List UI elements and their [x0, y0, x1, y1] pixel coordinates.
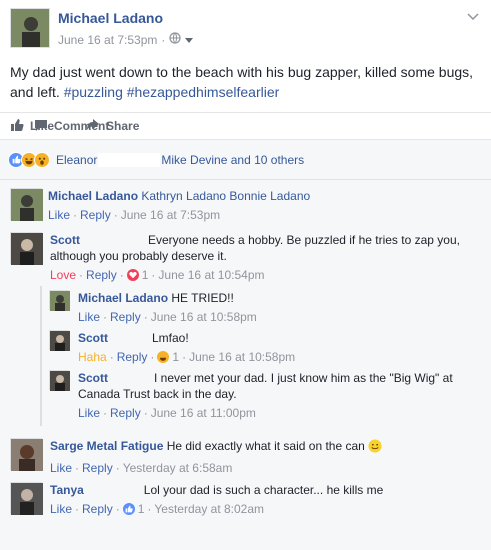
- commenter-avatar[interactable]: [10, 438, 43, 471]
- meta-separator: ·: [161, 32, 166, 47]
- globe-icon[interactable]: [169, 32, 182, 47]
- comment-body: Michael Ladano Kathryn Ladano Bonnie Lad…: [48, 188, 478, 223]
- comment-actions: Like · Reply · June 16 at 7:53pm: [48, 207, 221, 223]
- replier-avatar[interactable]: [49, 370, 70, 391]
- comment-item: Scott Everyone needs a hobby. Be puzzled …: [0, 228, 491, 288]
- reply-reply-link[interactable]: Reply: [117, 349, 148, 365]
- comment-text: He did exactly what it said on the can: [163, 439, 365, 453]
- hashtag-puzzling[interactable]: #puzzling: [64, 84, 123, 100]
- privacy-dropdown-icon[interactable]: [185, 33, 194, 47]
- reply-like-link[interactable]: Like: [78, 309, 100, 325]
- comment-reply-link[interactable]: Reply: [82, 501, 113, 517]
- reaction-count[interactable]: 1: [142, 267, 149, 283]
- redacted-block: [98, 152, 161, 167]
- reactions-summary[interactable]: Eleanor Mike Devine and 10 others: [0, 140, 491, 180]
- comment-actions: Like · Reply · 1 · Yesterday at 8:02am: [50, 501, 265, 517]
- reply-text: I never met your dad. I just know him as…: [78, 371, 453, 401]
- post-meta: June 16 at 7:53pm ·: [58, 32, 194, 47]
- comment-body: Sarge Metal Fatigue He did exactly what …: [50, 438, 480, 476]
- reply-haha-link[interactable]: Haha: [78, 349, 107, 365]
- replier-avatar[interactable]: [49, 290, 70, 311]
- comments-section: Michael Ladano Kathryn Ladano Bonnie Lad…: [0, 180, 491, 550]
- heart-icon: [126, 269, 139, 281]
- comment-reply-link[interactable]: Reply: [86, 267, 117, 283]
- reply-body: Scott Lmfao! Haha · Reply · 1 · June 16 at 1…: [78, 330, 478, 365]
- comment-text-tags[interactable]: Kathryn Ladano Bonnie Ladano: [138, 189, 310, 203]
- replier-avatar[interactable]: [49, 330, 70, 351]
- reply-item: Scott Lmfao! Haha · Reply · 1 · June 16 at 1…: [0, 326, 491, 366]
- post-header: Michael Ladano June 16 at 7:53pm ·: [0, 0, 491, 56]
- commenter-avatar[interactable]: [10, 482, 43, 515]
- comment-author[interactable]: Sarge Metal Fatigue: [50, 439, 163, 453]
- reply-author[interactable]: Scott: [78, 331, 108, 345]
- comment-like-link[interactable]: Like: [50, 501, 72, 517]
- comment-like-link[interactable]: Like: [48, 207, 70, 223]
- comment-like-link[interactable]: Like: [50, 460, 72, 476]
- reply-text: HE TRIED!!: [168, 291, 234, 305]
- author-avatar[interactable]: [10, 8, 50, 48]
- comment-item: Sarge Metal Fatigue He did exactly what …: [0, 434, 491, 478]
- comment-text: Everyone needs a hobby. Be puzzled if he…: [50, 233, 460, 263]
- comment-actions: Like · Reply · Yesterday at 6:58am: [50, 460, 233, 476]
- reply-item: Scott I never met your dad. I just know h…: [0, 366, 491, 426]
- reply-reply-link[interactable]: Reply: [110, 405, 141, 421]
- smile-emoji-icon: [368, 439, 382, 457]
- reply-time[interactable]: June 16 at 10:58pm: [189, 349, 295, 365]
- comment-time[interactable]: June 16 at 10:54pm: [158, 267, 264, 283]
- reply-item: Michael Ladano HE TRIED!! Like · Reply · J…: [0, 286, 491, 326]
- comment-item: Michael Ladano Kathryn Ladano Bonnie Lad…: [0, 180, 491, 230]
- reply-author[interactable]: Scott: [78, 371, 108, 385]
- comment-author[interactable]: Michael Ladano: [48, 189, 138, 203]
- reply-actions: Like · Reply · June 16 at 11:00pm: [78, 405, 256, 421]
- reply-reply-link[interactable]: Reply: [110, 309, 141, 325]
- comment-body: Tanya Lol your dad is such a character...…: [50, 482, 480, 517]
- post-text: My dad just went down to the beach with …: [10, 62, 485, 102]
- comment-author[interactable]: Scott: [50, 233, 80, 247]
- comment-time[interactable]: Yesterday at 6:58am: [123, 460, 233, 476]
- comment-button[interactable]: Comment: [24, 118, 119, 135]
- reply-body: Michael Ladano HE TRIED!! Like · Reply · J…: [78, 290, 478, 325]
- chevron-down-icon[interactable]: [467, 12, 479, 24]
- action-bar: Like Comment Share: [0, 112, 491, 140]
- reaction-icons: [8, 151, 50, 168]
- comment-actions: Love · Reply · 1 · June 16 at 10:54pm: [50, 267, 265, 283]
- reply-time[interactable]: June 16 at 11:00pm: [151, 405, 256, 421]
- commenter-avatar[interactable]: [10, 232, 43, 265]
- comment-reply-link[interactable]: Reply: [82, 460, 113, 476]
- reply-actions: Haha · Reply · 1 · June 16 at 10:58pm: [78, 349, 296, 365]
- author-name[interactable]: Michael Ladano: [58, 10, 163, 26]
- comment-author[interactable]: Tanya: [50, 483, 84, 497]
- haha-icon: [157, 351, 170, 363]
- reactions-name-eleanor[interactable]: Eleanor: [56, 153, 97, 167]
- reply-time[interactable]: June 16 at 10:58pm: [151, 309, 257, 325]
- reply-author[interactable]: Michael Ladano: [78, 291, 168, 305]
- comment-label: Comment: [54, 119, 110, 133]
- hashtag-hezapped[interactable]: #hezappedhimselfearlier: [127, 84, 280, 100]
- comment-love-link[interactable]: Love: [50, 267, 76, 283]
- comment-reply-link[interactable]: Reply: [80, 207, 111, 223]
- reactions-others[interactable]: Mike Devine and 10 others: [161, 153, 304, 167]
- reply-actions: Like · Reply · June 16 at 10:58pm: [78, 309, 257, 325]
- post-timestamp[interactable]: June 16 at 7:53pm: [58, 33, 157, 47]
- reply-like-link[interactable]: Like: [78, 405, 100, 421]
- comment-body: Scott Everyone needs a hobby. Be puzzled …: [50, 232, 470, 283]
- commenter-avatar[interactable]: [10, 188, 43, 221]
- comment-text: Lol your dad is such a character... he k…: [143, 483, 384, 497]
- reaction-count[interactable]: 1: [138, 501, 145, 517]
- comment-time[interactable]: Yesterday at 8:02am: [154, 501, 264, 517]
- thumbs-up-icon: [10, 118, 24, 135]
- thumbs-up-icon: [122, 503, 135, 515]
- wow-reaction-icon: [34, 151, 50, 168]
- reply-body: Scott I never met your dad. I just know h…: [78, 370, 478, 421]
- comment-item: Tanya Lol your dad is such a character...…: [0, 478, 491, 522]
- reaction-count[interactable]: 1: [172, 349, 179, 365]
- comment-time[interactable]: June 16 at 7:53pm: [121, 207, 220, 223]
- reply-text: Lmfao!: [152, 331, 189, 345]
- speech-bubble-icon: [34, 118, 48, 135]
